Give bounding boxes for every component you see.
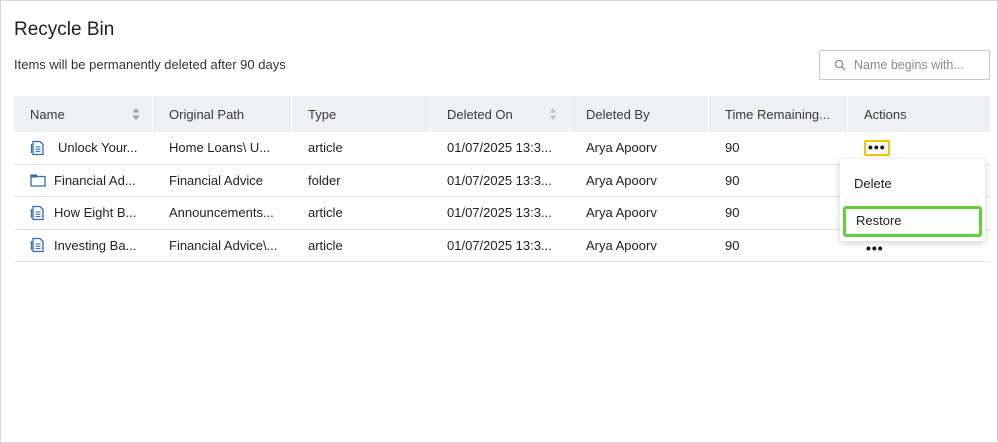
deleted-on: 01/07/2025 13:3... [447,237,552,253]
item-type: article [308,205,343,221]
folder-icon [30,172,46,188]
deleted-by-cell: Arya Apoorv [570,238,709,253]
menu-item-restore-label: Restore [856,213,902,228]
time-remaining-cell: 90 [709,205,848,220]
original-path: Announcements... [169,205,274,221]
deleted-on-cell: 01/07/2025 13:3... [431,238,570,253]
deleted-by: Arya Apoorv [586,172,657,188]
deleted-on: 01/07/2025 13:3... [447,205,552,221]
item-type: article [308,140,343,156]
name-cell[interactable]: Unlock Your... [14,140,153,156]
column-header-original-path[interactable]: Original Path [153,96,292,132]
column-label: Actions [864,106,907,122]
article-icon [30,205,46,221]
menu-item-restore[interactable]: Restore [843,206,982,237]
deleted-by: Arya Apoorv [586,205,657,221]
column-label: Type [308,106,337,122]
name-cell[interactable]: How Eight B... [14,205,153,221]
recycle-bin-panel: Recycle Bin Items will be permanently de… [0,0,998,443]
column-header-time-remaining[interactable]: Time Remaining... [709,96,848,132]
deleted-by-cell: Arya Apoorv [570,205,709,220]
time-remaining-cell: 90 [709,238,848,253]
deleted-by: Arya Apoorv [586,237,657,253]
time-remaining-cell: 90 [709,173,848,188]
column-header-name[interactable]: Name [14,96,153,132]
column-label: Time Remaining... [725,106,830,122]
deleted-on-cell: 01/07/2025 13:3... [431,205,570,220]
item-name: Financial Ad... [54,172,136,188]
row-actions-button[interactable]: ••• [864,139,890,156]
deleted-by-cell: Arya Apoorv [570,173,709,188]
sort-icon[interactable] [549,107,557,121]
page-title: Recycle Bin [14,19,115,40]
article-icon [30,140,46,156]
sort-icon[interactable] [132,107,140,121]
row-actions-button[interactable]: ••• [864,241,886,253]
original-path: Financial Advice [169,172,263,188]
table-header: Name Original Path Type Deleted On Delet… [14,96,990,132]
column-header-deleted-on[interactable]: Deleted On [431,96,570,132]
deleted-on: 01/07/2025 13:3... [447,140,552,156]
page-subtitle: Items will be permanently deleted after … [14,57,286,72]
path-cell: Announcements... [153,205,292,220]
type-cell: article [292,140,431,155]
column-label: Deleted By [586,106,650,122]
name-cell[interactable]: Investing Ba... [14,237,153,253]
search-input[interactable] [854,58,982,72]
path-cell: Financial Advice\... [153,238,292,253]
menu-item-delete[interactable]: Delete [854,176,892,191]
column-label: Name [30,106,65,122]
item-name: Investing Ba... [54,237,137,253]
path-cell: Home Loans\ U... [153,140,292,155]
path-cell: Financial Advice [153,173,292,188]
type-cell: article [292,238,431,253]
type-cell: article [292,205,431,220]
search-box[interactable] [819,50,990,80]
deleted-on-cell: 01/07/2025 13:3... [431,173,570,188]
article-icon [30,237,46,253]
column-header-deleted-by[interactable]: Deleted By [570,96,709,132]
item-type: folder [308,172,341,188]
column-label: Deleted On [447,106,513,122]
deleted-on: 01/07/2025 13:3... [447,172,552,188]
deleted-by-cell: Arya Apoorv [570,140,709,155]
original-path: Home Loans\ U... [169,140,271,156]
time-remaining: 90 [725,140,740,156]
deleted-on-cell: 01/07/2025 13:3... [431,140,570,155]
type-cell: folder [292,173,431,188]
time-remaining: 90 [725,205,740,221]
time-remaining: 90 [725,237,740,253]
item-type: article [308,237,343,253]
name-cell[interactable]: Financial Ad... [14,172,153,188]
time-remaining: 90 [725,172,740,188]
item-name: How Eight B... [54,205,137,221]
column-header-actions: Actions [848,96,990,132]
original-path: Financial Advice\... [169,237,278,253]
actions-cell: ••• [848,139,990,156]
item-name: Unlock Your... [58,140,138,156]
time-remaining-cell: 90 [709,140,848,155]
column-header-type[interactable]: Type [292,96,431,132]
deleted-by: Arya Apoorv [586,140,657,156]
column-label: Original Path [169,106,245,122]
search-icon [834,59,846,71]
